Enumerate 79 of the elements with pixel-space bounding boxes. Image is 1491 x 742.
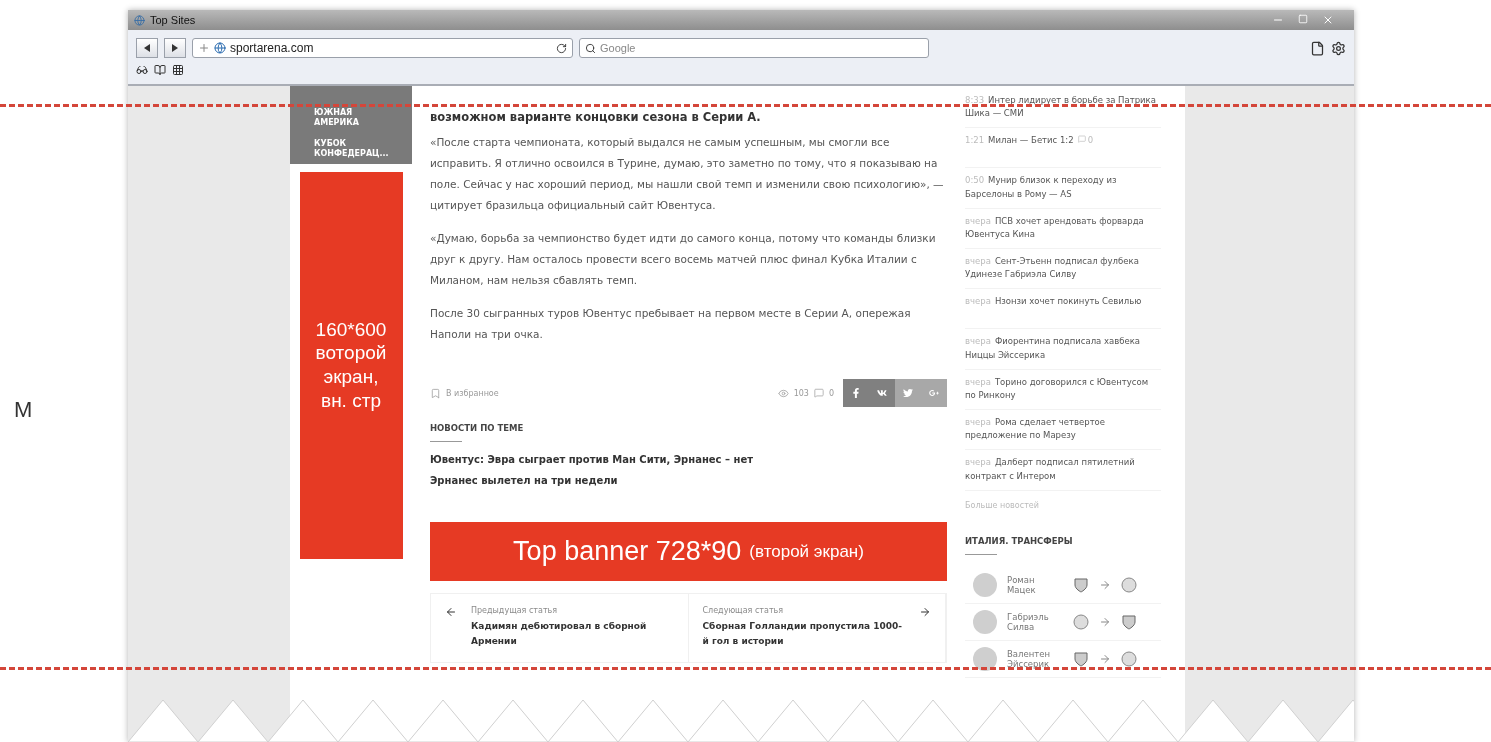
bird-icon [903,388,913,398]
related-link[interactable]: Эрнанес вылетел на три недели [430,475,947,486]
club-crest-icon [1121,613,1137,630]
nav-item[interactable]: ЮЖНАЯ АМЕРИКА [314,108,394,129]
section-heading: ИТАЛИЯ. ТРАНСФЕРЫ [965,535,1074,546]
right-triangle-icon [171,44,179,52]
avatar [973,646,997,671]
article-paragraph: «После старта чемпионата, который выдался не самым успешным, мы смогли все исправить. Я отлично освоился в Турине, думаю, это заметно по тому, что я показываю на поле. Сейчас у нас хороший период, мы нашли свой темп и изменили свою психологию», — цитирует бразильца официальный сайт Ювентуса. [430,135,945,213]
news-item[interactable]: вчера Далберт подписал пятилетний контракт с Интером [965,456,1161,491]
annotation-text: М [14,397,33,423]
nav-item[interactable]: КУБОК КОНФЕДЕРАЦ... [314,138,394,160]
news-item[interactable]: вчера Рома сделает четвертое предложение по Марезу [965,416,1161,451]
news-item[interactable]: вчера ПСВ хочет арендовать форварда Ювентуса Кина [965,214,1161,250]
nav-title: Сборная Голландии пропустила 1000-й гол в истории [702,620,903,649]
club-crest-icon [1121,576,1137,593]
article-paragraph: «Думаю, борьба за чемпионство будет идти до самого конца, потому что команды близки друг к другу. Нам осталось провести всего восемь матчей плюс финал Кубка Италии с Миланом, нам нельзя сбавлять темп. [430,231,937,288]
club-crest-icon [1073,576,1089,593]
g-plus-icon [929,388,939,398]
address-field[interactable]: sportarena.com [192,38,573,58]
article-paragraph: После 30 сыгранных туров Ювентус пребывает на первом месте в Серии А, опережая Наполи на три очка. [430,306,912,342]
section-heading: НОВОСТИ ПО ТЕМЕ [430,423,525,433]
ad-text: вн. стр [321,388,381,413]
article-nav-card[interactable]: Предыдущая статья Кадимян дебютировал в сборной Армении [431,594,689,662]
f-logo-icon [851,388,861,398]
bookmark-icon [430,387,441,399]
glasses-icon[interactable] [136,64,148,76]
search-icon [585,42,596,54]
player-name: Валентен Эйссерик [1007,648,1051,669]
ad-text: 160*600 [315,317,387,342]
settings-icon[interactable] [1331,40,1346,56]
page-icon[interactable] [1310,40,1325,56]
nav-title: Кадимян дебютировал в сборной Армении [471,620,648,649]
comment-icon [813,388,824,398]
comment-icon [1077,135,1086,144]
arrow-right-icon [1099,578,1111,591]
nav-label: Следующая статья [702,606,785,615]
grid-icon[interactable] [172,64,184,76]
club-crest-icon [1073,650,1089,667]
globe-icon [214,42,226,54]
search-field[interactable]: Google [579,38,929,58]
close-icon[interactable] [1322,14,1334,26]
news-item[interactable]: 0:50 Мунир близок к переходу из Барселоны в Рому — AS [965,174,1161,209]
arrow-left-icon [445,606,457,618]
article-nav-card[interactable]: Следующая статья Сборная Голландии пропустила 1000-й гол в истории [688,594,946,662]
window-title: Top Sites [150,14,197,26]
vk-logo-icon [877,388,887,398]
ad-text: экран, [323,365,379,389]
back-button[interactable] [136,38,158,58]
news-item[interactable]: вчера Торино договорился с Ювентусом по Ринкону [965,375,1161,411]
nav-label: Предыдущая статья [471,606,559,615]
plus-icon [198,42,210,54]
share-button[interactable] [843,379,869,407]
club-crest-icon [1121,650,1137,667]
news-item[interactable]: вчера Сент-Этьенн подписал фулбека Удинезе Габриэла Силву [965,255,1161,290]
comment-count: 0 [828,388,834,398]
news-item[interactable]: 8:33 Интер лидирует в борьбе за Патрика Шика — СМИ [965,94,1161,129]
forward-button[interactable] [164,38,186,58]
eye-icon [777,387,789,399]
share-button[interactable] [869,379,895,407]
related-link[interactable]: Ювентус: Эвра сыграет против Ман Сити, Эрнанес – нет [430,454,947,465]
app-icon [134,14,145,26]
banner-note: (второй экран) [749,541,864,562]
reload-icon[interactable] [556,42,567,54]
view-count: 103 [793,388,809,398]
player-name: Роман Мацек [1007,574,1037,595]
avatar [973,609,997,634]
club-crest-icon [1073,613,1089,630]
avatar [973,572,997,597]
player-name: Габриэль Силва [1007,611,1050,632]
book-icon[interactable] [154,64,166,76]
ad-text: воторой [315,341,387,366]
news-item[interactable]: вчера Фиорентина подписала хавбека Ниццы Эйссерика [965,335,1161,370]
news-item[interactable]: вчера Нзонзи хочет покинуть Севилью [965,295,1161,330]
arrow-right-icon [919,606,931,618]
left-triangle-icon [143,44,151,52]
arrow-right-icon [1099,615,1111,628]
banner-text: Top banner 728*90 [513,536,742,567]
arrow-right-icon [1099,652,1111,665]
article-headline: возможном варианте концовки сезона в Серии А. [430,110,762,124]
